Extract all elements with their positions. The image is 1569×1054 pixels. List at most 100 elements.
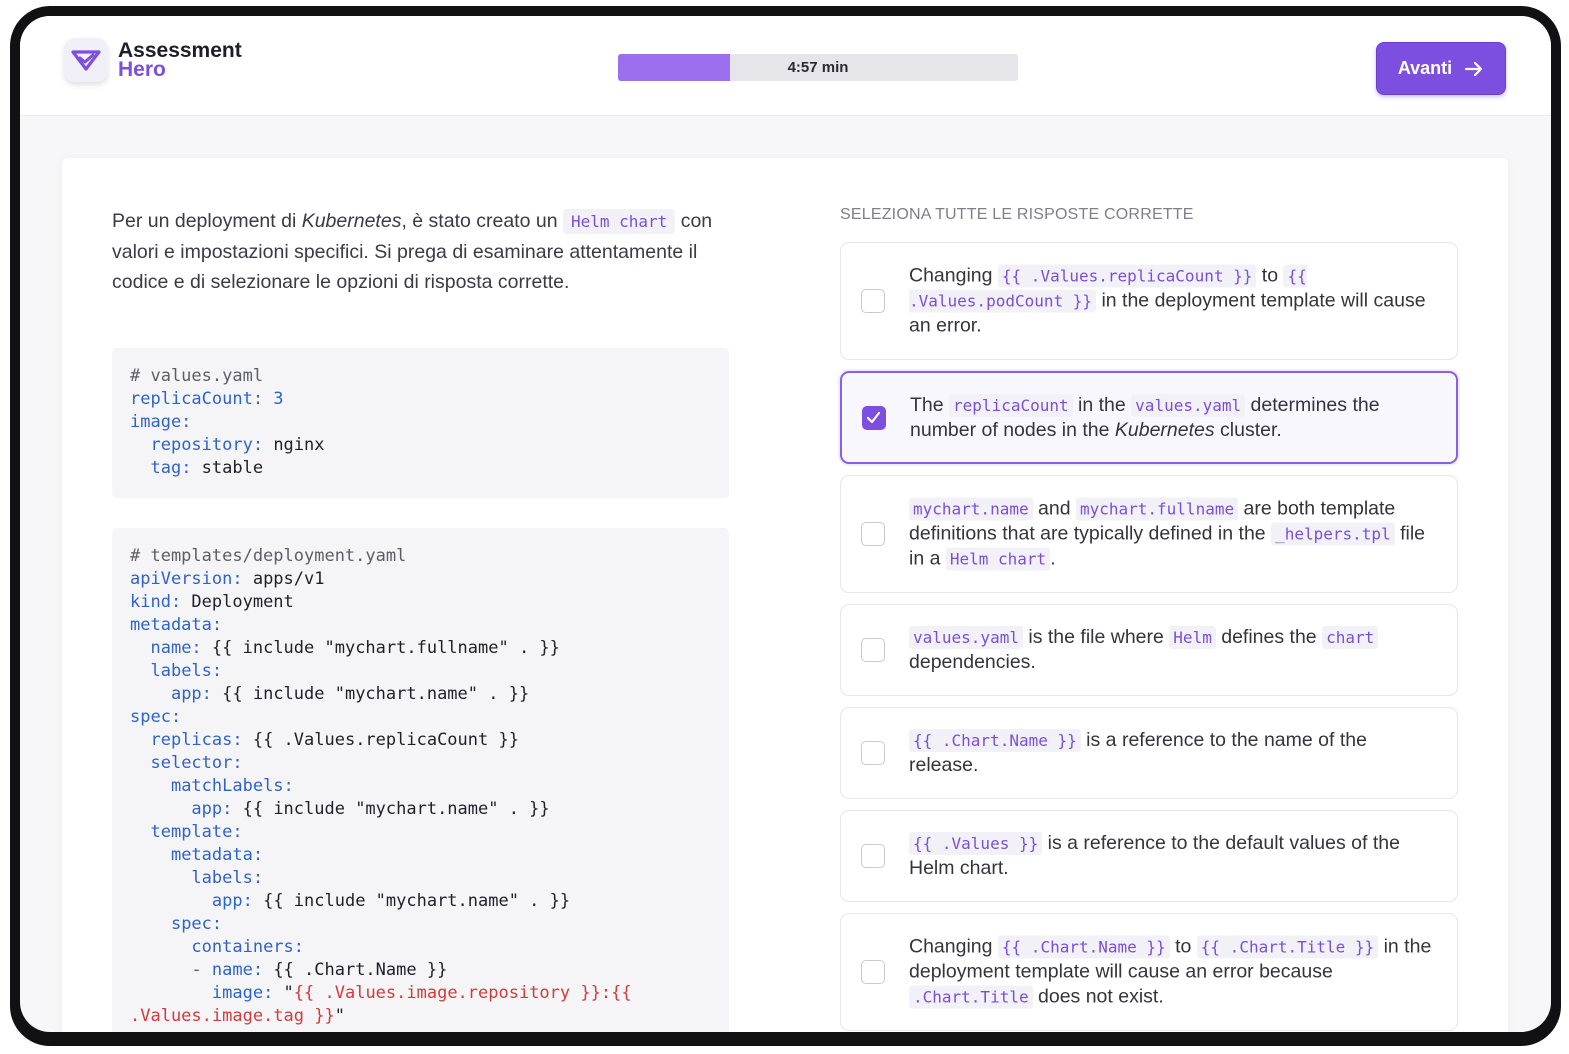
code-token: replicaCount: 3 [130, 389, 284, 409]
emphasis-text: Kubernetes [1114, 418, 1215, 441]
code-token: apiVersion: [130, 569, 243, 589]
code-token: stable [191, 458, 264, 478]
answer-option[interactable]: Changing {{ .Values.replicaCount }} to {… [840, 242, 1458, 360]
question-inline-code: Helm chart [562, 209, 676, 234]
code-token: {{ include "mychart.fullname" . }} [201, 638, 560, 658]
inline-code: {{ .Chart.Name }} [997, 935, 1170, 959]
code-line: app: {{ include "mychart.name" . }} [130, 683, 711, 706]
option-text-part: cluster. [1214, 418, 1282, 441]
code-token: selector: [150, 753, 243, 773]
code-line: name: {{ include "mychart.fullname" . }} [130, 637, 711, 660]
code-token: containers: [191, 937, 305, 957]
code-token: metadata: [130, 615, 223, 635]
option-text-part: and [1032, 497, 1076, 520]
answer-option[interactable]: The replicaCount in the values.yaml dete… [840, 371, 1458, 464]
answer-option-text: values.yaml is the file where Helm defin… [909, 625, 1433, 675]
answer-option[interactable]: Changing {{ .Chart.Name }} to {{ .Chart.… [840, 913, 1458, 1031]
code-token: repository: [150, 435, 264, 455]
code-line: # templates/deployment.yaml [130, 545, 711, 568]
inline-code: {{ .Values.replicaCount }} [997, 264, 1257, 288]
option-text-part: is the file where [1022, 626, 1170, 648]
code-token: .Values.image.tag }} [130, 1006, 335, 1026]
answer-checkbox[interactable] [861, 522, 885, 546]
answer-checkbox[interactable] [862, 405, 886, 430]
code-token: spec: [130, 707, 182, 727]
code-token: " [334, 1006, 345, 1026]
answer-checkbox[interactable] [861, 638, 885, 662]
answer-checkbox[interactable] [861, 289, 885, 313]
answers-heading: SELEZIONA TUTTE LE RISPOSTE CORRETTE [840, 206, 1194, 223]
option-text-part: The [910, 393, 950, 416]
inline-code: {{ .Chart.Name }} [909, 729, 1081, 752]
app-screen: Assessment Hero 4:57 min Avanti Per un d… [20, 16, 1551, 1032]
option-text-part: Changing [909, 935, 998, 958]
code-token: apps/v1 [242, 569, 325, 589]
answer-option[interactable]: {{ .Chart.Name }} is a reference to the … [840, 707, 1458, 799]
answer-option[interactable]: {{ .Values }} is a reference to the defa… [840, 810, 1458, 902]
checkmark-icon [866, 411, 881, 423]
inline-code: {{ .Values }} [909, 832, 1043, 855]
code-line: repository: nginx [130, 434, 711, 457]
code-token: Deployment [181, 592, 294, 612]
question-part: , è stato creato un [401, 210, 563, 232]
code-token: app: [170, 684, 212, 704]
code-line: - name: {{ .Chart.Name }} [130, 959, 711, 982]
inline-code: chart [1322, 626, 1379, 649]
code-line: tag: stable [130, 457, 711, 480]
inline-code: Helm chart [945, 547, 1051, 571]
code-line: app: {{ include "mychart.name" . }} [130, 798, 711, 821]
code-line: matchLabels: [130, 775, 711, 798]
code-line: apiVersion: apps/v1 [130, 568, 711, 591]
answer-checkbox[interactable] [861, 960, 885, 984]
device-frame: Assessment Hero 4:57 min Avanti Per un d… [10, 6, 1561, 1046]
logo[interactable]: Assessment Hero [64, 38, 242, 82]
inline-code: values.yaml [909, 626, 1023, 649]
option-text-part: dependencies. [909, 651, 1036, 673]
next-button[interactable]: Avanti [1376, 42, 1506, 95]
deployment-yaml-code-block: # templates/deployment.yaml apiVersion: a… [112, 528, 729, 1032]
question-part: Per un deployment di [112, 210, 302, 232]
answer-option-text: {{ .Values }} is a reference to the defa… [909, 831, 1433, 881]
option-text-part: does not exist. [1032, 985, 1164, 1008]
answer-option-text: Changing {{ .Values.replicaCount }} to {… [909, 264, 1433, 339]
answer-checkbox[interactable] [861, 741, 885, 765]
answer-option-text: The replicaCount in the values.yaml dete… [910, 393, 1432, 443]
answer-option[interactable]: values.yaml is the file where Helm defin… [840, 604, 1458, 696]
code-line: replicas: {{ .Values.replicaCount }} [130, 729, 711, 752]
logo-mark-icon [64, 38, 108, 82]
code-token: {{ include "mychart.name" . }} [252, 891, 571, 911]
option-text-part: Changing [909, 264, 998, 287]
logo-subtitle: Hero [118, 58, 166, 81]
code-token: nginx [263, 435, 325, 455]
answer-checkbox[interactable] [861, 844, 885, 868]
code-token: labels: [150, 661, 223, 681]
top-bar: Assessment Hero 4:57 min Avanti [20, 16, 1551, 116]
logo-text: Assessment Hero [118, 40, 242, 81]
code-line: selector: [130, 752, 711, 775]
code-line: app: {{ include "mychart.name" . }} [130, 890, 711, 913]
code-line: replicaCount: 3 [130, 388, 711, 411]
code-token: # values.yaml [130, 366, 264, 386]
option-text-part: in the [1072, 393, 1132, 416]
inline-code: replicaCount [949, 393, 1073, 417]
inline-code: _helpers.tpl [1271, 522, 1395, 546]
code-token: metadata: [170, 845, 264, 865]
code-token: matchLabels: [170, 776, 294, 796]
answer-option[interactable]: mychart.name and mychart.fullname are bo… [840, 475, 1458, 593]
code-token: name: [150, 638, 202, 658]
code-line: image: "{{ .Values.image.repository }}:{… [130, 982, 711, 1005]
inline-code: mychart.fullname [1075, 497, 1239, 521]
code-token: image: [130, 412, 192, 432]
inline-code: {{ .Chart.Title }} [1196, 935, 1379, 959]
code-token: spec: [170, 914, 223, 934]
